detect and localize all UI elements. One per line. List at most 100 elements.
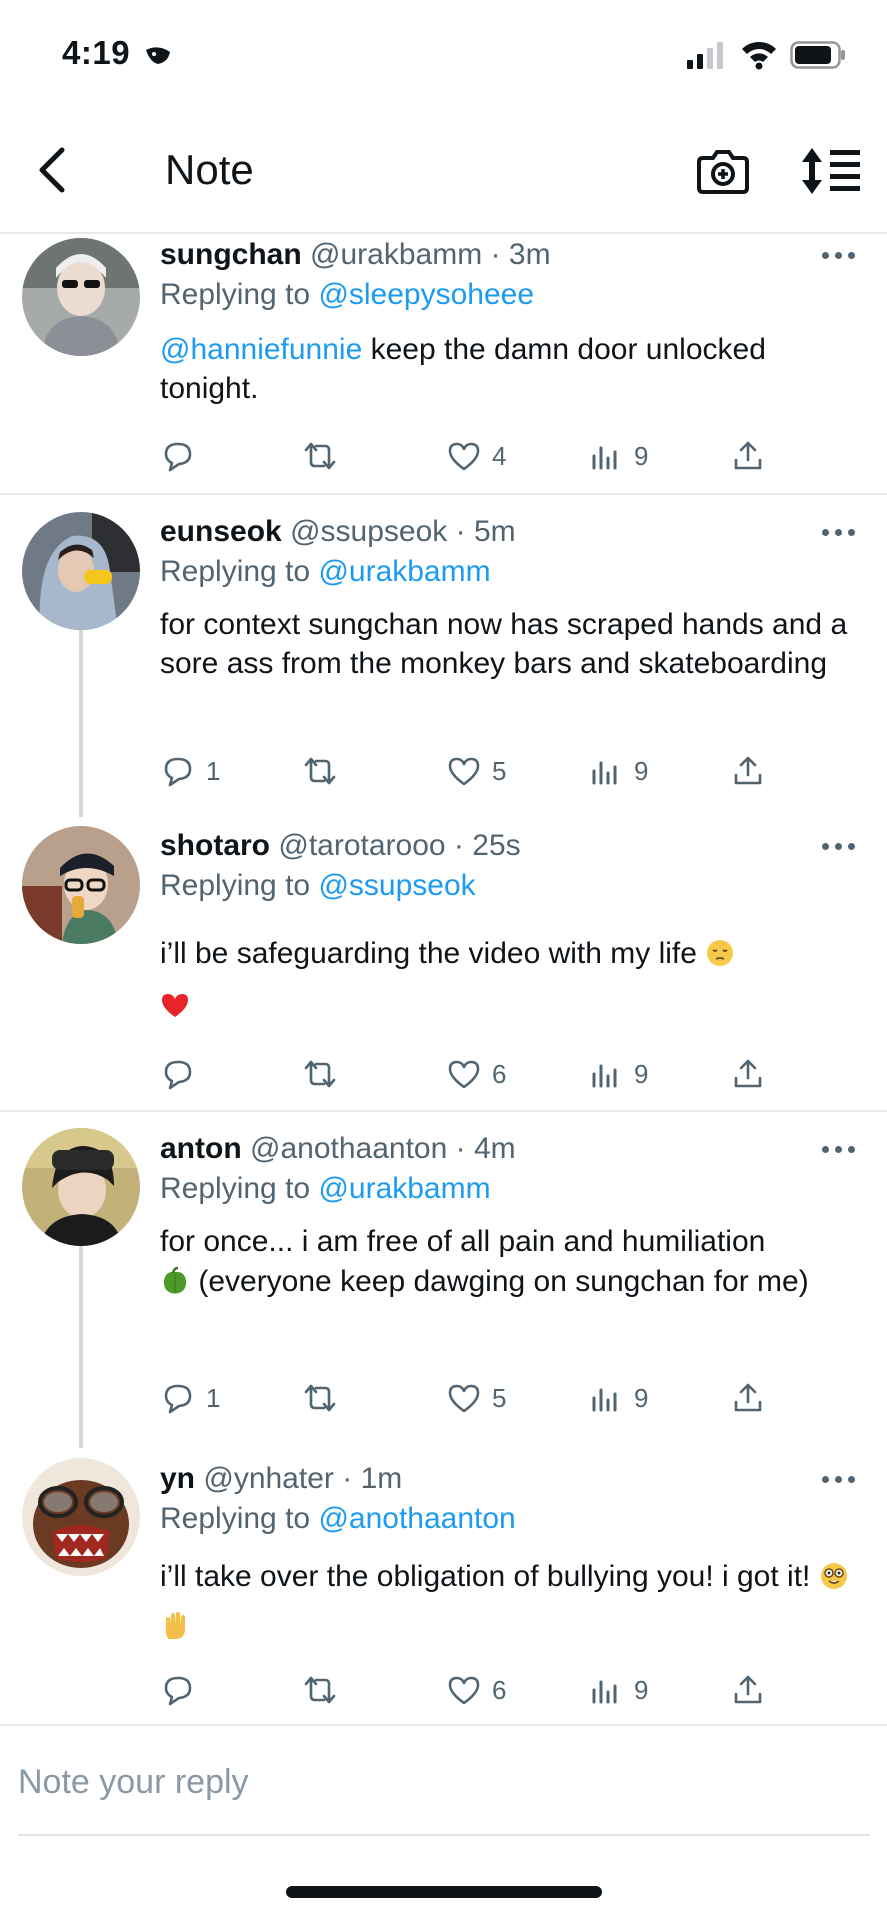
- more-icon[interactable]: [822, 523, 856, 543]
- tweet-anton[interactable]: anton @anothaanton · 4m Replying to @ura…: [0, 1114, 887, 1448]
- tweet-meta: shotaro @tarotarooo · 25s: [160, 829, 521, 863]
- retweet-button[interactable]: [302, 749, 338, 793]
- more-icon[interactable]: [822, 1470, 856, 1490]
- reply-input[interactable]: [18, 1752, 870, 1812]
- share-button[interactable]: [730, 434, 766, 478]
- views-button[interactable]: 9: [588, 1668, 648, 1712]
- tweet-text: for context sungchan now has scraped han…: [160, 608, 848, 680]
- retweet-button[interactable]: [302, 434, 338, 478]
- retweet-icon: [304, 1384, 336, 1412]
- wifi-icon: [742, 41, 776, 70]
- reply-button[interactable]: 1: [160, 1376, 220, 1420]
- reply-button[interactable]: [160, 434, 206, 478]
- status-time: 4:19: [62, 34, 131, 71]
- sort-icon[interactable]: [800, 144, 862, 198]
- tweet-actions: 1 5 9: [160, 1376, 780, 1420]
- avatar[interactable]: [22, 238, 140, 356]
- like-button[interactable]: 6: [446, 1052, 506, 1096]
- like-button[interactable]: 5: [446, 749, 506, 793]
- tweet-text: @hanniefunnie keep the damn door unlocke…: [160, 330, 860, 408]
- timestamp: 1m: [360, 1462, 403, 1495]
- replying-mention[interactable]: @sleepysoheee: [318, 278, 534, 311]
- handle[interactable]: @ynhater: [203, 1462, 334, 1495]
- views-count: 9: [634, 755, 649, 786]
- replying-mention[interactable]: @urakbamm: [318, 1172, 490, 1205]
- more-icon[interactable]: [822, 1140, 856, 1160]
- replying-mention[interactable]: @urakbamm: [318, 555, 490, 588]
- handle[interactable]: @urakbamm: [310, 238, 482, 271]
- display-name[interactable]: eunseok: [160, 515, 282, 548]
- separator: ·: [490, 238, 501, 271]
- tweet-actions: 6 9: [160, 1052, 780, 1096]
- home-indicator[interactable]: [286, 1886, 602, 1898]
- reply-icon: [164, 757, 192, 787]
- avatar[interactable]: [22, 1458, 140, 1576]
- views-icon: [592, 1388, 617, 1412]
- reply-count: 1: [206, 1382, 221, 1413]
- tweet-shotaro[interactable]: shotaro @tarotarooo · 25s Replying to @s…: [0, 812, 887, 1112]
- share-icon: [734, 1383, 762, 1412]
- retweet-button[interactable]: [302, 1376, 338, 1420]
- views-icon: [592, 761, 617, 785]
- more-icon[interactable]: [822, 837, 856, 857]
- raised-hand-emoji-icon: [165, 1612, 185, 1639]
- retweet-icon: [304, 1676, 336, 1704]
- replying-to: Replying to @urakbamm: [160, 1172, 491, 1206]
- display-name[interactable]: yn: [160, 1462, 195, 1495]
- views-button[interactable]: 9: [588, 749, 648, 793]
- reply-button[interactable]: [160, 1052, 206, 1096]
- avatar[interactable]: [22, 512, 140, 630]
- share-icon: [734, 756, 762, 785]
- display-name[interactable]: anton: [160, 1132, 242, 1165]
- handle[interactable]: @tarotarooo: [278, 829, 445, 862]
- reply-icon: [164, 1384, 192, 1414]
- retweet-button[interactable]: [302, 1052, 338, 1096]
- display-name[interactable]: sungchan: [160, 238, 302, 271]
- page-title: Note: [165, 146, 254, 193]
- reply-button[interactable]: 1: [160, 749, 220, 793]
- like-button[interactable]: 4: [446, 434, 506, 478]
- views-icon: [592, 1064, 617, 1088]
- retweet-button[interactable]: [302, 1668, 338, 1712]
- views-button[interactable]: 9: [588, 1376, 648, 1420]
- avatar[interactable]: [22, 1128, 140, 1246]
- reply-button[interactable]: [160, 1668, 206, 1712]
- text-mention[interactable]: @hanniefunnie: [160, 333, 362, 366]
- tweet-sungchan[interactable]: sungchan @urakbamm · 3m Replying to @sle…: [0, 234, 887, 495]
- tweet-text: i’ll take over the obligation of bullyin…: [160, 1552, 860, 1652]
- tweet-meta: sungchan @urakbamm · 3m: [160, 238, 551, 272]
- separator: ·: [453, 829, 464, 862]
- camera-icon[interactable]: [695, 144, 751, 198]
- views-icon: [592, 446, 617, 470]
- replying-mention[interactable]: @ssupseok: [318, 869, 475, 902]
- like-button[interactable]: 5: [446, 1376, 506, 1420]
- handle[interactable]: @anothaanton: [250, 1132, 447, 1165]
- share-button[interactable]: [730, 1376, 766, 1420]
- status-bar: 4:19: [0, 0, 887, 110]
- avatar-image: [22, 238, 140, 356]
- like-button[interactable]: 6: [446, 1668, 506, 1712]
- reply-icon: [164, 1060, 192, 1090]
- share-button[interactable]: [730, 749, 766, 793]
- timestamp: 25s: [472, 829, 521, 862]
- handle[interactable]: @ssupseok: [290, 515, 447, 548]
- share-button[interactable]: [730, 1052, 766, 1096]
- replying-label: Replying to: [160, 555, 311, 588]
- more-icon[interactable]: [822, 246, 856, 266]
- screen: 4:19 Note sungchan @urakbamm · 3m Replyi…: [0, 0, 887, 1920]
- replying-to: Replying to @ssupseok: [160, 869, 476, 903]
- views-button[interactable]: 9: [588, 434, 648, 478]
- replying-mention[interactable]: @anothaanton: [318, 1502, 515, 1535]
- like-count: 5: [492, 1382, 507, 1413]
- replying-to: Replying to @anothaanton: [160, 1502, 516, 1536]
- reply-bar: [0, 1730, 887, 1834]
- tweet-yn[interactable]: yn @ynhater · 1m Replying to @anothaanto…: [0, 1442, 887, 1726]
- back-arrow-icon[interactable]: [28, 140, 76, 200]
- replying-to: Replying to @urakbamm: [160, 555, 491, 589]
- share-button[interactable]: [730, 1668, 766, 1712]
- avatar[interactable]: [22, 826, 140, 944]
- tweet-meta: yn @ynhater · 1m: [160, 1462, 402, 1496]
- tweet-eunseok[interactable]: eunseok @ssupseok · 5m Replying to @urak…: [0, 497, 887, 817]
- display-name[interactable]: shotaro: [160, 829, 270, 862]
- views-button[interactable]: 9: [588, 1052, 648, 1096]
